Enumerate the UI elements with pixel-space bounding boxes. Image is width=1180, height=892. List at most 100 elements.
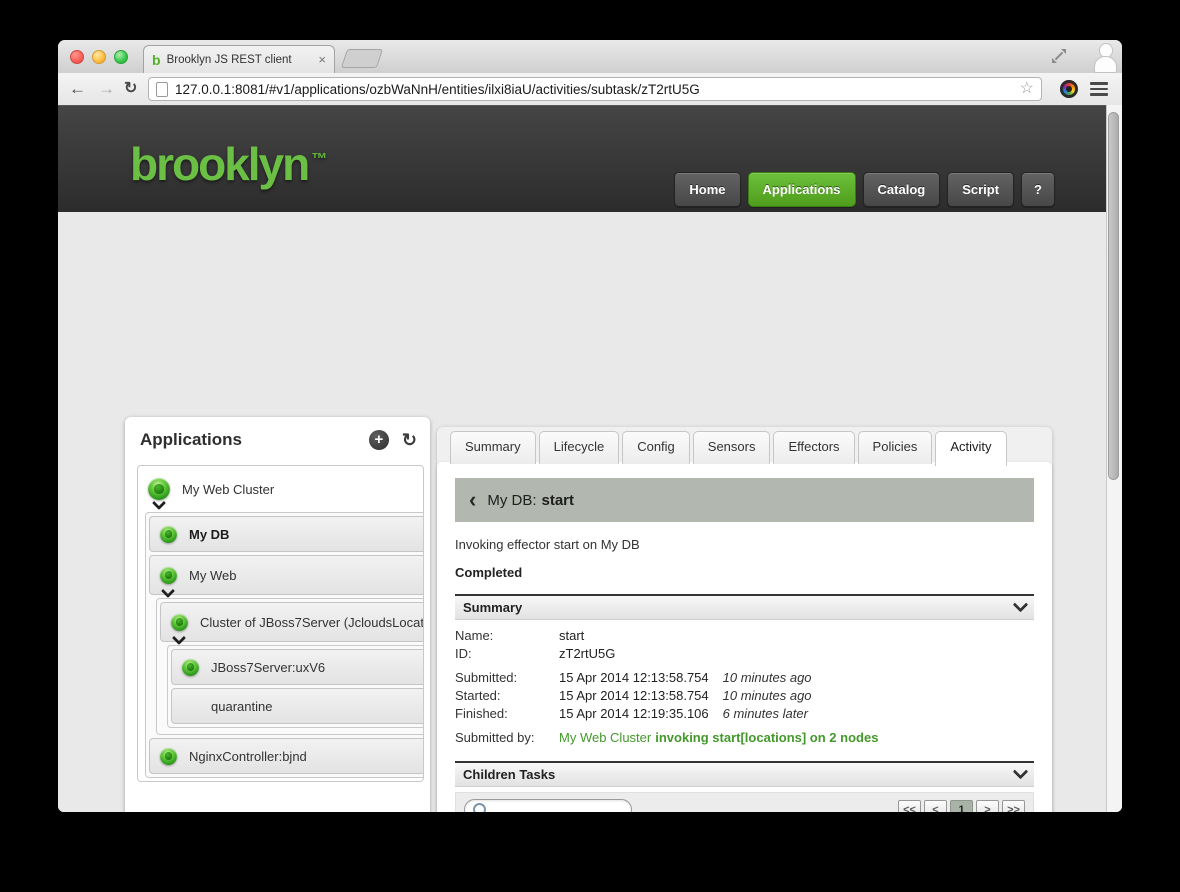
- bookmark-star-icon[interactable]: ☆: [1020, 81, 1034, 97]
- browser-tab[interactable]: b Brooklyn JS REST client ×: [143, 45, 335, 73]
- page-background: Applications + ↻ My Web Cluster My DB: [58, 212, 1122, 812]
- menu-icon[interactable]: [1090, 82, 1108, 99]
- prev-page-button[interactable]: <: [924, 800, 947, 813]
- tree-item-label: quarantine: [211, 699, 272, 714]
- tab-config[interactable]: Config: [622, 431, 690, 464]
- tree-item-my-web[interactable]: My Web: [149, 555, 424, 595]
- extension-icon[interactable]: [1060, 80, 1078, 98]
- url-text[interactable]: 127.0.0.1:8081/#v1/applications/ozbWaNnH…: [175, 82, 1012, 97]
- field-value: start: [559, 627, 584, 645]
- browser-window: b Brooklyn JS REST client × ← → ↻ 127.0.…: [58, 40, 1122, 812]
- chevron-down-icon[interactable]: [161, 584, 175, 598]
- field-value: 15 Apr 2014 12:19:35.106: [559, 705, 709, 723]
- entity-tree: My Web Cluster My DB My Web: [137, 465, 424, 782]
- relative-time: 10 minutes ago: [723, 669, 812, 687]
- chevron-down-icon[interactable]: [172, 631, 186, 645]
- tree-item-nginxcontroller-bjnd[interactable]: NginxController:bjnd: [149, 738, 424, 774]
- detail-tabs: Summary Lifecycle Config Sensors Effecto…: [437, 427, 1052, 464]
- new-tab-button[interactable]: [341, 49, 383, 68]
- last-page-button[interactable]: >>: [1002, 800, 1025, 813]
- vertical-scrollbar[interactable]: [1106, 105, 1122, 812]
- tree-item-label: JBoss7Server:uxV6: [211, 660, 325, 675]
- entity-detail-panel: Summary Lifecycle Config Sensors Effecto…: [437, 427, 1052, 812]
- summary-details: Name: start ID: zT2rtU5G Submitted: 15 A…: [455, 627, 1034, 747]
- submitted-by-detail: invoking start[locations] on 2 nodes: [655, 729, 878, 747]
- tree-item-quarantine[interactable]: quarantine: [171, 688, 424, 724]
- search-icon: [473, 803, 486, 812]
- field-label: Started:: [455, 687, 559, 705]
- browser-toolbar: ← → ↻ 127.0.0.1:8081/#v1/applications/oz…: [58, 73, 1122, 106]
- tab-close-icon[interactable]: ×: [318, 52, 326, 67]
- summary-section-title: Summary: [463, 600, 522, 615]
- tree-group-level-1: My DB My Web Cluster of JBoss7Server (J: [145, 512, 424, 778]
- field-value: 15 Apr 2014 12:13:58.754: [559, 669, 709, 687]
- tree-item-label: My Web: [189, 568, 236, 583]
- task-entity-label: My DB:: [487, 492, 536, 509]
- nav-catalog-button[interactable]: Catalog: [863, 172, 941, 207]
- nav-script-button[interactable]: Script: [947, 172, 1014, 207]
- first-page-button[interactable]: <<: [898, 800, 921, 813]
- window-zoom-button[interactable]: [114, 50, 128, 64]
- app-header: brooklyn™ Home Applications Catalog Scri…: [58, 105, 1122, 212]
- field-label: Finished:: [455, 705, 559, 723]
- task-status: Completed: [455, 565, 1034, 580]
- tab-effectors[interactable]: Effectors: [773, 431, 854, 464]
- next-page-button[interactable]: >: [976, 800, 999, 813]
- app-nav: Home Applications Catalog Script ?: [674, 172, 1055, 207]
- tree-item-label: NginxController:bjnd: [189, 749, 307, 764]
- profile-avatar-icon[interactable]: [1093, 41, 1117, 72]
- summary-row-submitted: Submitted: 15 Apr 2014 12:13:58.754 10 m…: [455, 669, 1034, 687]
- children-tasks-section-header: Children Tasks: [455, 761, 1034, 787]
- field-label: Submitted by:: [455, 729, 559, 747]
- trademark: ™: [311, 151, 327, 168]
- back-chevron-icon[interactable]: ‹: [469, 489, 476, 511]
- browser-titlebar: b Brooklyn JS REST client ×: [58, 40, 1122, 74]
- status-orb-icon: [171, 614, 188, 631]
- collapse-chevron-icon[interactable]: [1013, 597, 1029, 613]
- collapse-chevron-icon[interactable]: [1013, 764, 1029, 780]
- nav-applications-button[interactable]: Applications: [748, 172, 856, 207]
- desktop-background: b Brooklyn JS REST client × ← → ↻ 127.0.…: [0, 0, 1180, 892]
- status-orb-icon: [160, 567, 177, 584]
- nav-home-button[interactable]: Home: [674, 172, 740, 207]
- field-value: zT2rtU5G: [559, 645, 615, 663]
- tree-item-my-db[interactable]: My DB: [149, 516, 424, 552]
- add-application-button[interactable]: +: [369, 430, 389, 450]
- tab-activity[interactable]: Activity: [935, 431, 1006, 466]
- tab-summary[interactable]: Summary: [450, 431, 536, 464]
- summary-row-started: Started: 15 Apr 2014 12:13:58.754 10 min…: [455, 687, 1034, 705]
- refresh-applications-icon[interactable]: ↻: [402, 431, 417, 449]
- summary-row-id: ID: zT2rtU5G: [455, 645, 1034, 663]
- address-bar[interactable]: 127.0.0.1:8081/#v1/applications/ozbWaNnH…: [148, 77, 1042, 101]
- search-field[interactable]: [491, 802, 623, 813]
- window-close-button[interactable]: [70, 50, 84, 64]
- reload-button[interactable]: ↻: [124, 78, 137, 100]
- page-icon: [156, 82, 168, 97]
- page-number-button[interactable]: 1: [950, 800, 973, 813]
- fullscreen-icon[interactable]: [1052, 49, 1066, 63]
- window-minimize-button[interactable]: [92, 50, 106, 64]
- relative-time: 10 minutes ago: [723, 687, 812, 705]
- forward-button[interactable]: →: [98, 78, 115, 100]
- table-toolbar: << < 1 > >>: [455, 792, 1034, 812]
- tab-lifecycle[interactable]: Lifecycle: [539, 431, 620, 464]
- tree-item-my-web-cluster[interactable]: My Web Cluster: [138, 466, 424, 512]
- back-button[interactable]: ←: [69, 78, 86, 100]
- tree-item-label: Cluster of JBoss7Server (JcloudsLocat: [200, 615, 424, 630]
- favicon-icon: b: [152, 52, 161, 68]
- task-name-label: start: [542, 492, 575, 509]
- status-orb-icon: [182, 659, 199, 676]
- tab-policies[interactable]: Policies: [858, 431, 933, 464]
- submitted-by-link[interactable]: My Web Cluster: [559, 729, 651, 747]
- tree-item-jboss7server-uxv6[interactable]: JBoss7Server:uxV6: [171, 649, 424, 685]
- summary-row-submitted-by: Submitted by: My Web Cluster invoking st…: [455, 729, 1034, 747]
- scrollbar-thumb[interactable]: [1108, 112, 1119, 480]
- nav-help-button[interactable]: ?: [1021, 172, 1055, 207]
- field-label: ID:: [455, 645, 559, 663]
- tab-sensors[interactable]: Sensors: [693, 431, 771, 464]
- task-search-input[interactable]: [464, 799, 632, 812]
- field-label: Name:: [455, 627, 559, 645]
- status-orb-icon: [160, 526, 177, 543]
- relative-time: 6 minutes later: [723, 705, 808, 723]
- tree-item-cluster-of-jboss7server[interactable]: Cluster of JBoss7Server (JcloudsLocat: [160, 602, 424, 642]
